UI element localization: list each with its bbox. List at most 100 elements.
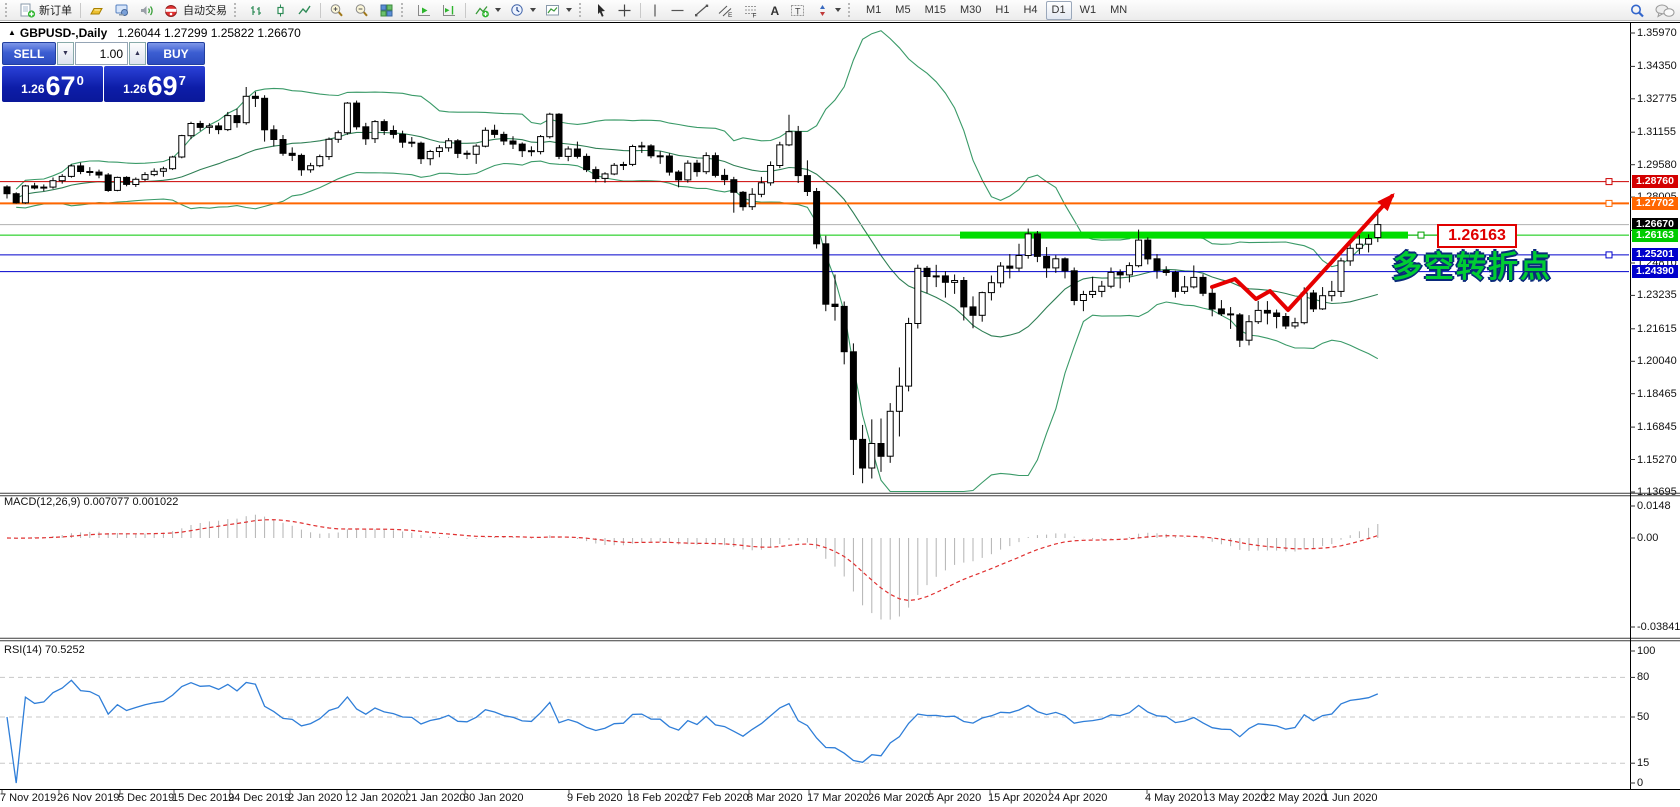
trendline-button[interactable] [690,0,713,21]
timeframe-H1[interactable]: H1 [989,1,1015,20]
chat-icon[interactable] [1654,3,1676,19]
ask-price-tile[interactable]: 1.26 69 7 [104,66,205,102]
sound-alert-button[interactable] [135,0,159,21]
timeframe-M5[interactable]: M5 [889,1,916,20]
sell-button[interactable]: SELL [2,42,56,65]
separator [80,2,81,18]
bar-chart-button[interactable] [245,0,268,21]
ask-price-small: 1.26 [123,82,147,96]
gold-bar-button[interactable] [85,0,109,21]
svg-text:F: F [753,12,757,18]
timeframe-MN[interactable]: MN [1104,1,1133,20]
equidistant-channel-button[interactable]: E [714,0,738,21]
equidistant-channel-icon: E [718,5,733,18]
mt4-window: 新订单 自动交易 E F A T M1 M5 M15 M30 H1 H4 D1 … [0,0,1680,807]
market-watch-button[interactable] [110,0,134,21]
add-indicator-button[interactable] [470,0,505,21]
ohlc-values: 1.26044 1.27299 1.25822 1.26670 [117,26,301,40]
svg-text:E: E [728,12,733,18]
fibonacci-button[interactable]: F [739,0,763,21]
svg-text:T: T [795,6,801,16]
bar-chart-icon [251,5,261,15]
volume-down-button[interactable]: ▼ [57,42,74,65]
timeframe-M30[interactable]: M30 [954,1,987,20]
new-order-button[interactable]: 新订单 [16,0,76,21]
buy-button[interactable]: BUY [147,42,205,65]
bid-price-tile[interactable]: 1.26 67 0 [2,66,103,102]
horizontal-line-button[interactable] [666,0,689,21]
annotation-text[interactable]: 多空转折点 [1392,242,1552,286]
auto-trading-icon [165,4,177,17]
text-icon: A [771,4,780,18]
templates-button[interactable] [541,0,576,21]
fibonacci-icon: F [745,5,757,18]
search-icon[interactable] [1629,3,1646,19]
price-chart-canvas[interactable] [0,0,1680,807]
zoom-out-button[interactable] [350,0,374,21]
bid-price-small: 1.26 [21,82,45,96]
crosshair-button[interactable] [613,0,636,21]
symbol-period-label: GBPUSD-,Daily [19,26,108,40]
toolbar-grip[interactable] [5,3,11,17]
tile-windows-icon [380,4,393,16]
line-chart-button[interactable] [293,0,316,21]
new-order-label: 新订单 [39,5,72,17]
cursor-icon [598,3,605,17]
chart-shift-icon [443,4,455,16]
auto-trading-button[interactable]: 自动交易 [160,0,231,21]
line-chart-icon [298,5,311,14]
zoom-in-button[interactable] [325,0,349,21]
timeframe-M15[interactable]: M15 [919,1,952,20]
zoom-in-icon [330,3,343,16]
ask-price-big: 69 [147,71,178,101]
toolbar-grip[interactable] [848,3,854,17]
candlestick-chart-icon [277,4,284,16]
market-watch-icon [115,4,128,16]
vertical-line-icon [654,4,656,16]
separator [640,2,641,18]
timeframe-M1[interactable]: M1 [860,1,887,20]
macd-label: MACD(12,26,9) 0.007077 0.001022 [4,496,179,508]
add-indicator-icon [475,5,489,17]
clock-icon [511,3,523,16]
separator [320,2,321,18]
trendline-icon [695,4,709,16]
toolbar: 新订单 自动交易 E F A T M1 M5 M15 M30 H1 H4 D1 … [0,0,1680,21]
chevron-down-icon [495,8,501,12]
chevron-down-icon [835,8,841,12]
bid-price-big: 67 [45,71,76,101]
toolbar-grip[interactable] [579,3,585,17]
gold-bar-icon [90,7,103,14]
volume-up-button[interactable]: ▲ [129,42,146,65]
chevron-down-icon [530,8,536,12]
macd-value-1: 0.007077 [83,496,130,508]
timeframe-group: M1 M5 M15 M30 H1 H4 D1 W1 MN [859,0,1134,20]
one-click-collapse-icon[interactable]: ▲ [8,28,16,37]
periods-button[interactable] [506,0,540,21]
arrows-button[interactable] [811,0,845,21]
bid-price-sup: 0 [76,73,84,88]
tile-windows-button[interactable] [375,0,398,21]
chart-shift-button[interactable] [437,0,461,21]
chart-title: ▲ GBPUSD-,Daily 1.26044 1.27299 1.25822 1.… [8,26,301,40]
volume-input[interactable] [75,42,128,65]
cursor-button[interactable] [590,0,612,21]
text-label-button[interactable]: T [786,0,810,21]
auto-scroll-button[interactable] [412,0,436,21]
price-level-tag: 1.28760 [1632,175,1678,189]
one-click-trading-panel: SELL ▼ ▲ BUY 1.26 67 0 1.26 69 7 [2,42,205,102]
toolbar-grip[interactable] [401,3,407,17]
zoom-out-icon [355,3,368,16]
price-level-tag: 1.24390 [1632,265,1678,279]
auto-scroll-icon [418,4,430,16]
separator [465,2,466,18]
svg-text:A: A [771,4,780,18]
timeframe-H4[interactable]: H4 [1017,1,1043,20]
timeframe-W1[interactable]: W1 [1074,1,1103,20]
toolbar-grip[interactable] [234,3,240,17]
vertical-line-button[interactable] [645,0,665,21]
candlestick-chart-button[interactable] [269,0,292,21]
timeframe-D1[interactable]: D1 [1045,0,1072,20]
text-button[interactable]: A [764,0,785,21]
crosshair-icon [618,4,631,16]
